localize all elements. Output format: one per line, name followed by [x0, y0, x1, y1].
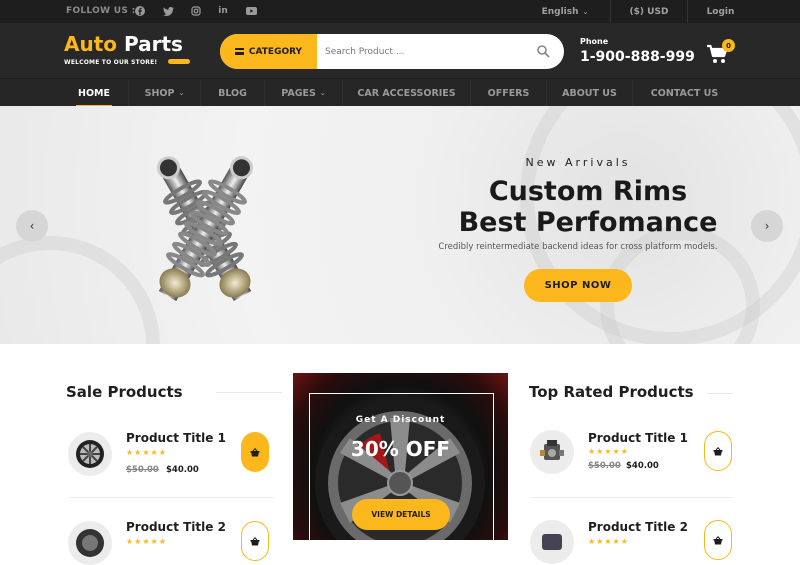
twitter-icon[interactable] [162, 5, 174, 17]
rating-stars: ★★★★★ [588, 537, 629, 546]
category-button[interactable]: CATEGORY [220, 34, 317, 69]
language-selector[interactable]: English ⌄ [520, 0, 610, 23]
shop-now-button[interactable]: SHOP NOW [524, 269, 632, 302]
product-title[interactable]: Product Title 2 [126, 520, 226, 534]
menu-icon [234, 48, 244, 55]
discount-promo-banner[interactable]: Get A Discount 30% OFF VIEW DETAILS [293, 373, 508, 540]
nav-pages-label: PAGES [281, 87, 316, 99]
product-title[interactable]: Product Title 1 [126, 431, 226, 445]
wheel-icon [76, 529, 104, 557]
category-label: CATEGORY [248, 46, 303, 57]
product-image[interactable] [530, 430, 574, 474]
chevron-down-icon: ⌄ [582, 7, 589, 16]
nav-contact-us[interactable]: CONTACT US [632, 79, 736, 107]
title-divider [707, 393, 733, 394]
nav-home-label: HOME [78, 87, 110, 99]
slider-prev-button[interactable]: ‹ [16, 210, 48, 242]
hero-subtitle: New Arrivals [525, 156, 631, 169]
promo-headline: 30% OFF [350, 437, 451, 461]
product-title[interactable]: Product Title 2 [588, 520, 688, 534]
wrench-icon [168, 59, 190, 64]
nav-blog[interactable]: BLOG [200, 79, 264, 107]
nav-shop[interactable]: SHOP ⌄ [128, 79, 200, 107]
basket-icon [713, 535, 723, 544]
rating-stars: ★★★★★ [126, 448, 167, 457]
add-to-cart-button[interactable] [704, 520, 732, 560]
product-title[interactable]: Product Title 1 [588, 431, 688, 445]
hero-slider: ‹ › New Arrivals Custom Rims Best Perfom… [0, 106, 800, 344]
product-image[interactable] [530, 520, 574, 564]
nav-car-accessories-label: CAR ACCESSORIES [357, 87, 456, 99]
hero-title-line1: Custom Rims [488, 176, 688, 207]
nav-offers[interactable]: OFFERS [470, 79, 546, 107]
shock-absorber-image [157, 156, 253, 301]
chevron-down-icon: ⌄ [319, 89, 326, 97]
add-to-cart-button[interactable] [241, 432, 269, 472]
linkedin-icon[interactable]: in [217, 5, 229, 17]
promo-subtitle: Get A Discount [355, 415, 446, 425]
logo-part1: Auto [64, 32, 118, 56]
currency-label: ($) USD [629, 6, 669, 17]
basket-icon [250, 447, 260, 456]
nav-shop-label: SHOP [144, 87, 175, 99]
nav-blog-label: BLOG [218, 87, 247, 99]
list-divider [530, 497, 733, 498]
login-link[interactable]: Login [687, 0, 753, 23]
title-divider [216, 392, 282, 393]
language-label: English [541, 6, 579, 17]
logo-part2: Parts [124, 32, 183, 56]
search-icon[interactable] [536, 44, 550, 58]
hero-description: Credibly reintermediate backend ideas fo… [438, 242, 718, 252]
nav-car-accessories[interactable]: CAR ACCESSORIES [342, 79, 470, 107]
youtube-icon[interactable] [245, 5, 257, 17]
carburetor-icon [540, 440, 564, 460]
product-image[interactable] [68, 521, 112, 565]
top-bar: FOLLOW US : in English ⌄ ($) USD Login [0, 0, 800, 23]
logo-tagline: WELCOME TO OUR STORE! [64, 59, 158, 66]
chevron-left-icon: ‹ [29, 219, 35, 233]
nav-about-us[interactable]: ABOUT US [546, 79, 632, 107]
currency-selector[interactable]: ($) USD [610, 0, 687, 23]
hero-title-line2: Best Perfomance [458, 207, 718, 238]
nav-contact-us-label: CONTACT US [650, 87, 719, 99]
main-nav: HOME SHOP ⌄ BLOG PAGES ⌄ CAR ACCESSORIES O… [0, 78, 800, 107]
chevron-down-icon: ⌄ [178, 89, 185, 97]
wheel-icon [76, 440, 104, 468]
list-divider [68, 497, 274, 498]
part-icon [542, 534, 562, 550]
instagram-icon[interactable] [190, 5, 202, 17]
login-label: Login [706, 6, 735, 17]
old-price: $50.00 [588, 461, 621, 471]
nav-home[interactable]: HOME [66, 79, 122, 107]
nav-offers-label: OFFERS [487, 87, 530, 99]
add-to-cart-button[interactable] [704, 431, 732, 471]
view-details-button[interactable]: VIEW DETAILS [352, 499, 450, 530]
phone-number[interactable]: 1-900-888-999 [580, 49, 695, 65]
old-price: $50.00 [126, 465, 159, 475]
basket-icon [250, 536, 260, 545]
facebook-icon[interactable] [134, 5, 146, 17]
rating-stars: ★★★★★ [126, 537, 167, 546]
follow-us-label: FOLLOW US : [66, 6, 136, 16]
sale-products-title: Sale Products [66, 383, 183, 401]
product-image[interactable] [68, 432, 112, 476]
sale-price: $40.00 [166, 465, 199, 475]
top-rated-title: Top Rated Products [529, 383, 694, 401]
phone-label: Phone [580, 37, 609, 46]
search-bar: CATEGORY [220, 34, 564, 69]
basket-icon [713, 446, 723, 455]
hero-title: Custom Rims Best Perfomance [420, 176, 756, 238]
sale-price: $40.00 [626, 461, 659, 471]
search-input[interactable] [325, 34, 525, 69]
nav-pages[interactable]: PAGES ⌄ [264, 79, 342, 107]
cart-count-badge: 0 [722, 39, 735, 52]
add-to-cart-button[interactable] [241, 521, 269, 561]
rating-stars: ★★★★★ [588, 447, 629, 456]
nav-about-us-label: ABOUT US [562, 87, 617, 99]
chevron-right-icon: › [764, 219, 770, 233]
logo[interactable]: Auto Parts [64, 32, 183, 56]
